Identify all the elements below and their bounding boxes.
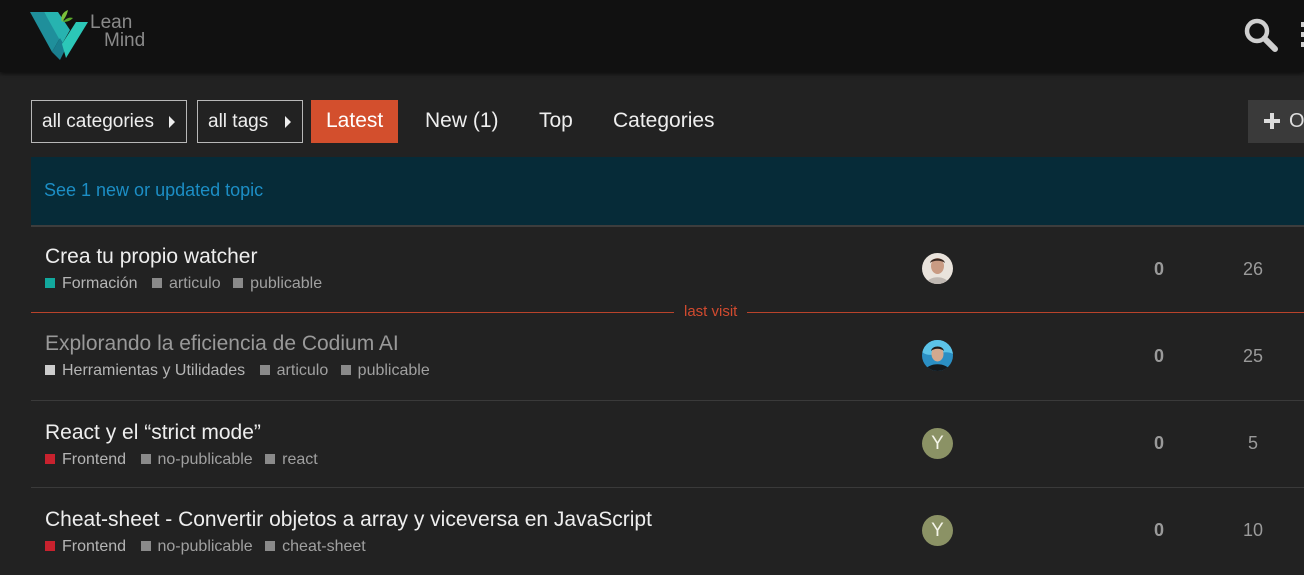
tag[interactable]: cheat-sheet [265, 538, 366, 556]
new-topic-label: O [1289, 110, 1304, 132]
topic-title[interactable]: Cheat-sheet - Convertir objetos a array … [45, 508, 652, 532]
categories-dropdown[interactable]: all categories [31, 100, 187, 143]
tag[interactable]: publicable [233, 275, 322, 293]
topic-title[interactable]: Explorando la eficiencia de Codium AI [45, 332, 399, 356]
tab-latest[interactable]: Latest [311, 100, 399, 143]
tag-label: cheat-sheet [282, 538, 366, 555]
topic-navigation: all categories all tags Latest New (1) T… [31, 100, 1304, 143]
user-photo-icon [922, 253, 953, 284]
tab-categories[interactable]: Categories [613, 100, 715, 143]
topic-row[interactable]: Explorando la eficiencia de Codium AI He… [31, 313, 1304, 401]
avatar[interactable]: Y [922, 428, 953, 459]
views-count: 5 [1247, 433, 1258, 453]
topic-meta: Frontend no-publicable cheat-sheet [45, 538, 374, 556]
category-badge[interactable]: Frontend [45, 451, 126, 469]
tag-label: no-publicable [157, 538, 253, 555]
site-header: Lean Mind [0, 0, 1304, 72]
replies-count[interactable]: 0 [1141, 433, 1177, 454]
categories-dropdown-label: all categories [42, 111, 154, 132]
topic-title[interactable]: Crea tu propio watcher [45, 245, 257, 269]
tags-dropdown-label: all tags [208, 111, 269, 132]
topic-row[interactable]: React y el “strict mode” Frontend no-pub… [31, 401, 1304, 488]
tag-swatch [340, 365, 351, 375]
avatar[interactable] [922, 340, 953, 371]
replies-count[interactable]: 0 [1141, 520, 1177, 541]
tag-swatch [265, 454, 276, 464]
category-color-swatch [45, 454, 55, 464]
tab-top[interactable]: Top [539, 100, 573, 143]
views-count: 26 [1242, 259, 1264, 279]
views-count: 10 [1242, 520, 1264, 540]
replies-count[interactable]: 0 [1141, 346, 1177, 367]
topic-row[interactable]: Cheat-sheet - Convertir objetos a array … [31, 488, 1304, 575]
tag-swatch [233, 278, 244, 288]
tag[interactable]: articulo [259, 362, 329, 380]
logo-line2: Mind [104, 30, 146, 51]
site-logo[interactable]: Lean Mind [30, 8, 160, 64]
new-topics-banner: See 1 new or updated topic [31, 157, 1304, 227]
tag-swatch [140, 541, 151, 551]
tag[interactable]: react [265, 451, 318, 469]
category-badge[interactable]: Frontend [45, 538, 126, 556]
tags-dropdown[interactable]: all tags [197, 100, 303, 143]
tag-swatch [152, 278, 163, 288]
category-badge[interactable]: Herramientas y Utilidades [45, 362, 245, 380]
category-name: Herramientas y Utilidades [62, 362, 246, 379]
category-color-swatch [45, 365, 55, 375]
search-icon[interactable] [1243, 17, 1279, 53]
caret-right-icon [169, 116, 175, 128]
category-badge[interactable]: Formación [45, 275, 138, 293]
caret-right-icon [285, 116, 291, 128]
tag-label: publicable [357, 362, 430, 379]
vertical-dots-icon[interactable] [1297, 20, 1304, 50]
avatar[interactable]: Y [922, 515, 953, 546]
avatar[interactable] [922, 253, 953, 284]
tag-label: no-publicable [157, 451, 253, 468]
tag-label: articulo [276, 362, 329, 379]
replies-count[interactable]: 0 [1141, 259, 1177, 280]
category-name: Frontend [62, 451, 127, 468]
topic-title[interactable]: React y el “strict mode” [45, 421, 261, 445]
category-color-swatch [45, 278, 55, 288]
tag-swatch [259, 365, 270, 375]
tag[interactable]: publicable [340, 362, 430, 380]
category-name: Formación [62, 275, 138, 292]
category-name: Frontend [62, 538, 127, 555]
topic-meta: Herramientas y Utilidades articulo publi… [45, 362, 438, 380]
tag-label: publicable [250, 275, 323, 292]
tag[interactable]: no-publicable [140, 451, 253, 469]
topic-row[interactable]: Crea tu propio watcher Formación articul… [31, 226, 1304, 313]
tab-new[interactable]: New (1) [425, 100, 499, 143]
tag-swatch [140, 454, 151, 464]
topic-meta: Formación articulo publicable [45, 275, 330, 293]
tag-label: react [282, 451, 318, 468]
tag-swatch [265, 541, 276, 551]
tag[interactable]: no-publicable [140, 538, 253, 556]
tag-label: articulo [169, 275, 221, 292]
topic-meta: Frontend no-publicable react [45, 451, 326, 469]
logo-text: Lean Mind [90, 13, 146, 51]
tag[interactable]: articulo [152, 275, 221, 293]
views-count: 25 [1242, 346, 1264, 366]
new-topic-button[interactable]: O [1248, 100, 1304, 143]
user-photo-icon [922, 340, 953, 371]
category-color-swatch [45, 541, 55, 551]
show-new-topics-link[interactable]: See 1 new or updated topic [44, 180, 263, 201]
plus-icon [1264, 113, 1280, 129]
